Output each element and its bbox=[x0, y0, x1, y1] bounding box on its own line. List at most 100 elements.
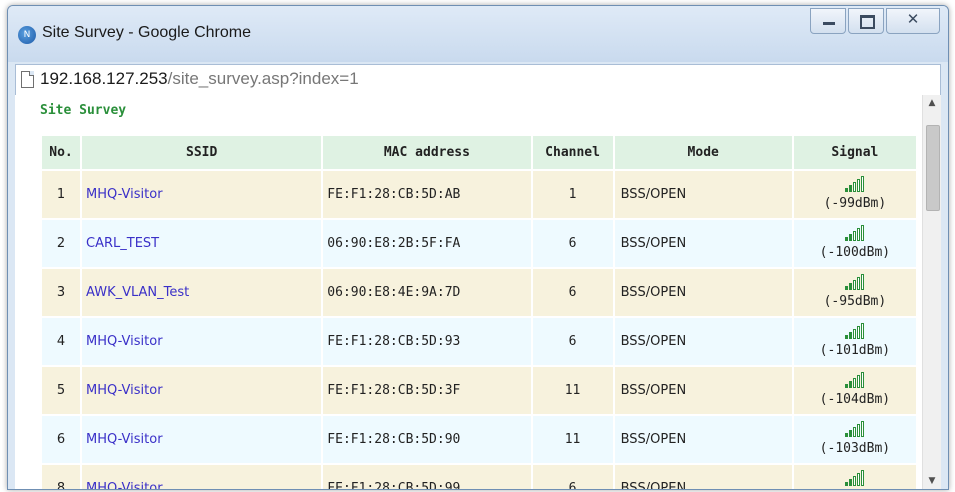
ssid-link[interactable]: MHQ-Visitor bbox=[86, 383, 163, 398]
signal-bar bbox=[857, 228, 861, 241]
url-host: 192.168.127.253 bbox=[40, 69, 168, 88]
channel-cell: 11 bbox=[532, 416, 613, 463]
signal-cell: (-104dBm) bbox=[793, 367, 916, 414]
moxa-icon: N bbox=[18, 26, 36, 44]
signal-bar bbox=[849, 283, 853, 290]
mac-address-cell: FE:F1:28:CB:5D:93 bbox=[323, 318, 531, 365]
ssid-link[interactable]: MHQ-Visitor bbox=[86, 187, 163, 202]
ssid-cell: MHQ-Visitor bbox=[82, 465, 322, 489]
mac-address-cell: 06:90:E8:2B:5F:FA bbox=[323, 220, 531, 267]
page-title: Site Survey bbox=[40, 103, 127, 118]
url-text[interactable]: 192.168.127.253/site_survey.asp?index=1 bbox=[40, 69, 359, 89]
signal-strength-icon bbox=[845, 421, 865, 437]
column-header-mode: Mode bbox=[614, 136, 792, 169]
signal-dbm-label: (-100dBm) bbox=[819, 245, 891, 260]
url-path: /site_survey.asp?index=1 bbox=[167, 69, 359, 88]
signal-strength-icon bbox=[845, 176, 865, 192]
signal-bar bbox=[849, 234, 853, 241]
ssid-link[interactable]: MHQ-Visitor bbox=[86, 334, 163, 349]
ssid-cell: AWK_VLAN_Test bbox=[82, 269, 322, 316]
signal-bar bbox=[845, 237, 849, 241]
window-title: Site Survey - Google Chrome bbox=[42, 24, 251, 41]
mode-cell: BSS/OPEN bbox=[614, 171, 792, 218]
ssid-cell: CARL_TEST bbox=[82, 220, 322, 267]
scroll-down-icon[interactable]: ▼ bbox=[923, 473, 941, 489]
browser-popup-window: N Site Survey - Google Chrome ✕ 192.168.… bbox=[7, 5, 949, 490]
row-number: 8 bbox=[42, 465, 81, 489]
signal-dbm-label: (-101dBm) bbox=[819, 343, 891, 358]
mac-address-cell: FE:F1:28:CB:5D:3F bbox=[323, 367, 531, 414]
title-bar[interactable]: N Site Survey - Google Chrome ✕ bbox=[8, 6, 948, 62]
signal-cell: (-101dBm) bbox=[793, 318, 916, 365]
mac-address-cell: FE:F1:28:CB:5D:90 bbox=[323, 416, 531, 463]
ssid-link[interactable]: MHQ-Visitor bbox=[86, 481, 163, 489]
mode-cell: BSS/OPEN bbox=[614, 367, 792, 414]
channel-cell: 6 bbox=[532, 318, 613, 365]
channel-cell: 1 bbox=[532, 171, 613, 218]
ssid-cell: MHQ-Visitor bbox=[82, 367, 322, 414]
signal-bar bbox=[853, 182, 857, 192]
column-header-channel: Channel bbox=[532, 136, 613, 169]
signal-bar bbox=[857, 424, 861, 437]
signal-strength-icon bbox=[845, 274, 865, 290]
signal-cell: (-99dBm) bbox=[793, 171, 916, 218]
row-number: 6 bbox=[42, 416, 81, 463]
signal-bar bbox=[861, 274, 865, 290]
row-number: 1 bbox=[42, 171, 81, 218]
signal-bar bbox=[857, 277, 861, 290]
channel-cell: 11 bbox=[532, 367, 613, 414]
site-survey-table: No. SSID MAC address Channel Mode Signal… bbox=[40, 134, 918, 489]
table-row: 4 MHQ-Visitor FE:F1:28:CB:5D:93 6 BSS/OPEN (-… bbox=[42, 318, 916, 365]
table-row: 1 MHQ-Visitor FE:F1:28:CB:5D:AB 1 BSS/OPEN (-… bbox=[42, 171, 916, 218]
address-bar[interactable]: 192.168.127.253/site_survey.asp?index=1 bbox=[15, 64, 941, 96]
scroll-up-icon[interactable]: ▲ bbox=[923, 95, 941, 111]
signal-strength-icon bbox=[845, 470, 865, 486]
signal-bar bbox=[849, 332, 853, 339]
maximize-button[interactable] bbox=[848, 8, 884, 34]
row-number: 2 bbox=[42, 220, 81, 267]
table-body: 1 MHQ-Visitor FE:F1:28:CB:5D:AB 1 BSS/OPEN (-… bbox=[42, 171, 916, 489]
table-row: 8 MHQ-Visitor FE:F1:28:CB:5D:996BSS/OPEN(-… bbox=[42, 465, 916, 489]
signal-bar bbox=[853, 378, 857, 388]
column-header-mac: MAC address bbox=[323, 136, 531, 169]
signal-cell: (-103dBm) bbox=[793, 416, 916, 463]
signal-bar bbox=[845, 188, 849, 192]
mode-cell: BSS/OPEN bbox=[614, 416, 792, 463]
signal-bar bbox=[849, 381, 853, 388]
table-row: 5 MHQ-Visitor FE:F1:28:CB:5D:3F 11 BSS/OPEN (… bbox=[42, 367, 916, 414]
channel-cell: 6 bbox=[532, 220, 613, 267]
ssid-link[interactable]: CARL_TEST bbox=[86, 236, 159, 251]
signal-bar bbox=[845, 433, 849, 437]
scroll-thumb[interactable] bbox=[926, 125, 940, 211]
page-icon bbox=[21, 71, 34, 88]
ssid-link[interactable]: AWK_VLAN_Test bbox=[86, 285, 189, 300]
signal-cell: (-105dBm) bbox=[793, 465, 916, 489]
mac-address-cell: FE:F1:28:CB:5D:99 bbox=[323, 465, 531, 489]
channel-cell: 6 bbox=[532, 465, 613, 489]
table-row: 2 CARL_TEST 06:90:E8:2B:5F:FA 6 BSS/OPEN (-10… bbox=[42, 220, 916, 267]
close-button[interactable]: ✕ bbox=[886, 8, 940, 34]
signal-cell: (-100dBm) bbox=[793, 220, 916, 267]
row-number: 5 bbox=[42, 367, 81, 414]
signal-strength-icon bbox=[845, 372, 865, 388]
ssid-link[interactable]: MHQ-Visitor bbox=[86, 432, 163, 447]
table-row: 3 AWK_VLAN_Test 06:90:E8:4E:9A:7D 6 BSS/OPEN… bbox=[42, 269, 916, 316]
minimize-button[interactable] bbox=[810, 8, 846, 34]
signal-bar bbox=[861, 421, 865, 437]
signal-bar bbox=[857, 473, 861, 486]
signal-bar bbox=[857, 326, 861, 339]
ssid-cell: MHQ-Visitor bbox=[82, 416, 322, 463]
maximize-icon bbox=[860, 15, 875, 29]
ssid-cell: MHQ-Visitor bbox=[82, 318, 322, 365]
signal-bar bbox=[853, 427, 857, 437]
signal-bar bbox=[849, 479, 853, 486]
vertical-scrollbar[interactable]: ▲ ▼ bbox=[922, 95, 941, 489]
signal-bar bbox=[849, 430, 853, 437]
signal-bar bbox=[861, 176, 865, 192]
signal-bar bbox=[845, 482, 849, 486]
signal-bar bbox=[861, 470, 865, 486]
signal-dbm-label: (-103dBm) bbox=[819, 441, 891, 456]
column-header-ssid: SSID bbox=[82, 136, 322, 169]
ssid-cell: MHQ-Visitor bbox=[82, 171, 322, 218]
mode-cell: BSS/OPEN bbox=[614, 269, 792, 316]
